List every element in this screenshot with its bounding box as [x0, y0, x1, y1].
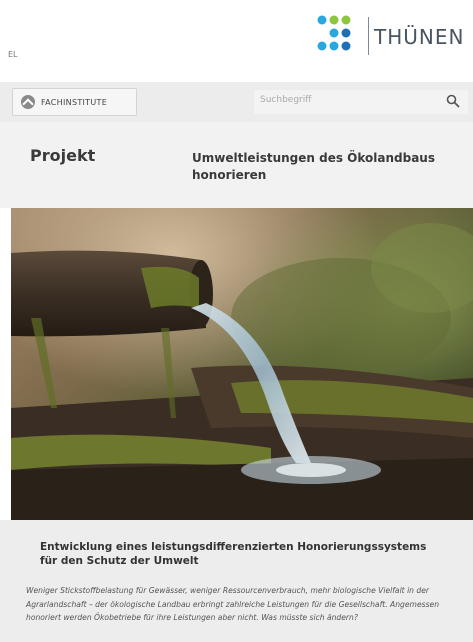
- project-title: Umweltleistungen des Ökolandbaus honorie…: [192, 151, 435, 182]
- project-photo: [11, 208, 473, 520]
- chevron-up-circle-icon: [21, 95, 35, 109]
- top-bar: EL THÜNEN: [0, 0, 473, 80]
- thunen-dot-logo-icon: [317, 15, 351, 51]
- logo-divider: [368, 17, 369, 55]
- project-header: Projekt Umweltleistungen des Ökolandbaus…: [0, 122, 473, 208]
- article-intro-text: Weniger Stickstoffbelastung für Gewässer…: [26, 586, 440, 622]
- thunen-logo[interactable]: THÜNEN: [316, 13, 471, 59]
- logo-wordmark: THÜNEN: [374, 25, 465, 49]
- search-box: [254, 90, 468, 114]
- search-icon[interactable]: [446, 94, 460, 108]
- water-fountain-photo-image: [11, 208, 473, 520]
- fachinstitute-button[interactable]: FACHINSTITUTE: [12, 88, 137, 116]
- language-switch[interactable]: EL: [8, 50, 18, 59]
- fachinstitute-label: FACHINSTITUTE: [41, 97, 108, 107]
- navigation-bar: FACHINSTITUTE: [0, 82, 473, 122]
- article-subtitle: Entwicklung eines leistungsdifferenziert…: [40, 541, 427, 567]
- search-input[interactable]: [258, 94, 422, 106]
- project-label: Projekt: [30, 146, 96, 165]
- article-teaser: Entwicklung eines leistungsdifferenziert…: [0, 520, 473, 642]
